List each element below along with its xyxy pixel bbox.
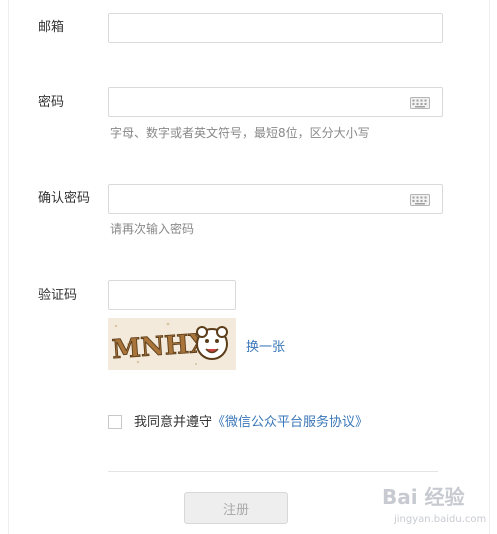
divider — [108, 471, 438, 472]
agree-checkbox[interactable] — [108, 415, 122, 429]
password-hint: 字母、数字或者英文符号，最短8位，区分大小写 — [110, 126, 370, 140]
confirm-password-field-box[interactable] — [108, 184, 443, 214]
agreement-text: 我同意并遵守《微信公众平台服务协议》 — [134, 415, 368, 431]
password-label: 密码 — [38, 95, 65, 110]
email-input[interactable] — [109, 14, 442, 42]
frame-left-border — [8, 0, 9, 534]
register-button[interactable]: 注册 — [184, 492, 288, 524]
captcha-field-box[interactable] — [108, 280, 236, 310]
confirm-password-label: 确认密码 — [38, 191, 91, 206]
confirm-password-input[interactable] — [109, 185, 442, 213]
agreement-prefix: 我同意并遵守 — [134, 415, 213, 430]
password-input[interactable] — [109, 88, 442, 116]
captcha-bear-icon — [196, 326, 228, 360]
captcha-input[interactable] — [109, 281, 235, 309]
confirm-password-hint: 请再次输入密码 — [110, 222, 195, 236]
keyboard-icon[interactable] — [410, 194, 430, 206]
password-field-box[interactable] — [108, 87, 443, 117]
baidu-jingyan-watermark: Bai 经验 jingyan.baidu.com — [382, 485, 486, 525]
captcha-image[interactable]: MNHX — [108, 318, 236, 370]
refresh-captcha-link[interactable]: 换一张 — [246, 336, 285, 355]
keyboard-icon[interactable] — [410, 97, 430, 109]
watermark-url: jingyan.baidu.com — [393, 514, 486, 525]
service-agreement-link[interactable]: 《微信公众平台服务协议》 — [212, 415, 368, 430]
email-field-box[interactable] — [108, 13, 443, 43]
email-label: 邮箱 — [38, 20, 65, 35]
captcha-label: 验证码 — [38, 288, 78, 303]
frame-right-border — [489, 0, 490, 534]
watermark-text: Bai 经验 — [382, 485, 465, 509]
